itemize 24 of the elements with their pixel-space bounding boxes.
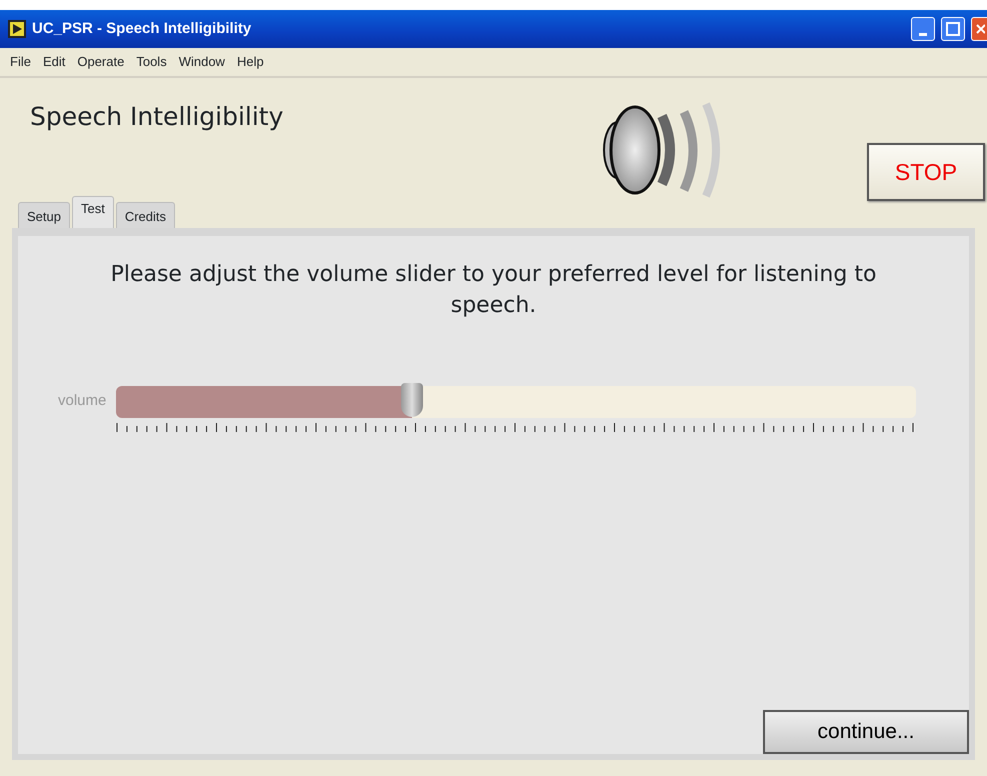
minimize-button[interactable] [911,17,935,41]
volume-slider[interactable] [116,386,916,418]
continue-button[interactable]: continue... [763,710,969,754]
menu-item[interactable]: Edit [42,52,66,72]
minimize-icon [919,32,927,36]
menu-item[interactable]: Tools [136,52,167,72]
slider-label: volume [58,390,106,411]
slider-thumb[interactable] [401,382,424,417]
menu-item[interactable]: File [10,52,31,72]
menu-item[interactable]: Window [178,52,225,72]
maximize-button[interactable] [941,17,965,41]
tab[interactable]: Credits [116,202,176,228]
menu-item[interactable]: Help [236,52,264,72]
close-button[interactable] [971,17,987,41]
close-icon [974,23,984,35]
tab[interactable]: Test [72,196,114,228]
menu-item[interactable]: Operate [77,52,124,72]
maximize-icon [946,22,960,36]
stop-button[interactable]: STOP [867,143,985,201]
app-icon [8,20,26,38]
app-heading: Speech Intelligibility [30,101,284,133]
window-title: UC_PSR - Speech Intelligibility [32,18,252,39]
instruction-text: Please adjust the volume slider to your preferred level for listening to speech. [110,261,878,320]
tab[interactable]: Setup [18,202,70,228]
